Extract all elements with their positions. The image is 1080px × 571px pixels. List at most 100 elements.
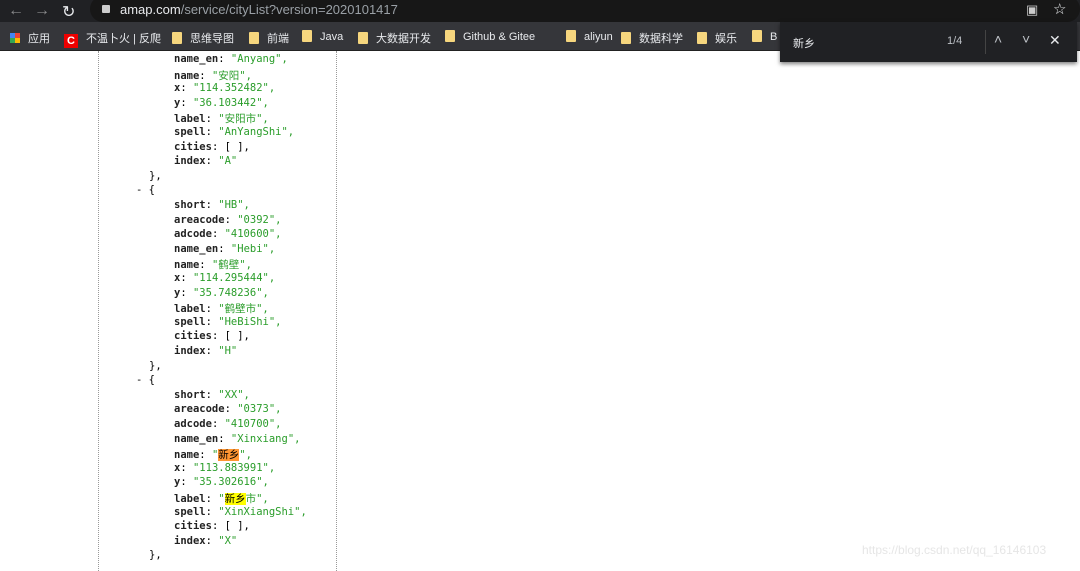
json-key: label bbox=[174, 113, 206, 126]
json-line: name: "鹤壁", bbox=[174, 259, 252, 272]
json-value: "安阳市", bbox=[218, 113, 269, 126]
bookmark-label: B bbox=[770, 31, 778, 43]
json-key: x bbox=[174, 461, 181, 474]
bookmark-label: Github & Gitee bbox=[463, 31, 536, 43]
chevron-down-icon[interactable]: ˅ bbox=[1022, 31, 1030, 47]
find-input[interactable]: 新乡 bbox=[793, 35, 815, 51]
json-value: "Anyang", bbox=[230, 53, 288, 65]
json-line: x: "113.883991", bbox=[174, 461, 276, 474]
json-line: x: "114.352482", bbox=[174, 82, 276, 95]
bookmark-label: Java bbox=[320, 31, 344, 43]
bookmark-item[interactable]: 思维导图 bbox=[172, 30, 234, 46]
json-value: "410600", bbox=[224, 228, 282, 241]
json-key: spell bbox=[174, 505, 206, 518]
json-line: y: "35.302616", bbox=[174, 476, 269, 489]
find-match: 新乡 bbox=[224, 493, 246, 505]
json-punct: [ ], bbox=[224, 330, 250, 343]
json-value: "安阳", bbox=[211, 69, 252, 82]
json-line: short: "XX", bbox=[174, 388, 250, 401]
json-value: "0392", bbox=[237, 213, 282, 226]
json-value: "A" bbox=[218, 155, 238, 168]
json-line: spell: "AnYangShi", bbox=[174, 126, 295, 138]
json-key: short bbox=[174, 199, 206, 211]
json-line: name_en: "Anyang", bbox=[174, 53, 288, 65]
watermark: https://blog.csdn.net/qq_16146103 bbox=[862, 543, 1047, 557]
json-line: adcode: "410700", bbox=[174, 418, 282, 430]
forward-icon[interactable]: → bbox=[34, 2, 50, 20]
json-line: label: "安阳市", bbox=[174, 113, 269, 126]
browser-toolbar: ← → ↻ amap.com/service/cityList?version=… bbox=[0, 0, 1080, 22]
json-line: areacode: "0392", bbox=[174, 213, 282, 226]
json-punct: [ ], bbox=[224, 140, 250, 153]
json-key: cities bbox=[174, 330, 212, 343]
reload-icon[interactable]: ↻ bbox=[62, 2, 75, 22]
bookmark-label: 数据科学 bbox=[639, 33, 683, 45]
json-key: spell bbox=[174, 126, 206, 138]
json-value: "鹤壁市", bbox=[218, 303, 269, 316]
json-line: cities: [ ], bbox=[174, 140, 250, 153]
close-icon[interactable]: ✕ bbox=[1049, 32, 1061, 49]
json-key: name_en bbox=[174, 242, 219, 255]
bookmark-item[interactable]: Github & Gitee bbox=[445, 30, 535, 43]
json-value: "Hebi", bbox=[230, 242, 276, 255]
json-value: "Xinxiang", bbox=[230, 432, 301, 445]
json-line: cities: [ ], bbox=[174, 330, 250, 343]
json-punct: }, bbox=[149, 549, 162, 562]
csdn-icon: C bbox=[64, 34, 78, 48]
json-value: "AnYangShi", bbox=[218, 126, 295, 138]
folder-icon bbox=[302, 30, 312, 42]
bookmark-item[interactable]: C 不温卜火 | 反爬 bbox=[64, 30, 161, 48]
json-key: name bbox=[174, 69, 200, 82]
json-value: "114.352482", bbox=[192, 82, 276, 95]
back-icon[interactable]: ← bbox=[8, 2, 24, 20]
folder-icon bbox=[697, 32, 707, 44]
star-icon[interactable]: ☆ bbox=[1053, 0, 1066, 18]
bookmark-label: 思维导图 bbox=[190, 33, 234, 45]
json-line: }, bbox=[149, 170, 162, 182]
json-line: index: "H" bbox=[174, 345, 238, 357]
bookmark-item[interactable]: B bbox=[752, 30, 777, 43]
json-value: "鹤壁", bbox=[211, 259, 252, 272]
bookmark-label: 大数据开发 bbox=[376, 33, 431, 45]
json-key: y bbox=[174, 96, 181, 109]
json-line: label: "鹤壁市", bbox=[174, 303, 269, 316]
json-punct: }, bbox=[149, 169, 162, 182]
url-text[interactable]: amap.com/service/cityList?version=202010… bbox=[120, 2, 398, 17]
json-key: index bbox=[174, 155, 206, 168]
bookmark-label: aliyun bbox=[584, 31, 613, 43]
json-key: index bbox=[174, 534, 206, 547]
bookmark-item[interactable]: 大数据开发 bbox=[358, 30, 431, 46]
json-value: "410700", bbox=[224, 418, 282, 430]
lock-icon bbox=[102, 5, 110, 13]
json-line: short: "HB", bbox=[174, 199, 250, 211]
folder-icon bbox=[752, 30, 762, 42]
bookmark-item[interactable]: 应用 bbox=[10, 30, 50, 46]
bookmark-item[interactable]: aliyun bbox=[566, 30, 613, 43]
folder-icon bbox=[249, 32, 259, 44]
json-key: label bbox=[174, 303, 206, 316]
json-key: adcode bbox=[174, 228, 212, 241]
json-key: y bbox=[174, 286, 181, 299]
bookmark-item[interactable]: 娱乐 bbox=[697, 30, 737, 46]
json-value: "XX", bbox=[218, 388, 250, 401]
json-key: name bbox=[174, 449, 200, 462]
json-punct: }, bbox=[149, 359, 162, 372]
json-value: "114.295444", bbox=[192, 272, 276, 284]
json-key: short bbox=[174, 388, 206, 401]
page-search-icon[interactable]: ▣ bbox=[1026, 2, 1038, 18]
json-line: index: "X" bbox=[174, 534, 238, 547]
bookmark-item[interactable]: 数据科学 bbox=[621, 30, 683, 46]
json-value: "X" bbox=[218, 534, 238, 547]
bookmark-item[interactable]: Java bbox=[302, 30, 343, 43]
json-key: label bbox=[174, 493, 206, 505]
folder-icon bbox=[445, 30, 455, 42]
json-line: name: "新乡", bbox=[174, 449, 252, 462]
json-line: - { bbox=[136, 374, 155, 386]
chevron-up-icon[interactable]: ˄ bbox=[994, 31, 1002, 47]
json-value: "36.103442", bbox=[192, 96, 269, 109]
json-key: cities bbox=[174, 520, 212, 533]
json-value: "HB", bbox=[218, 199, 250, 211]
bookmark-item[interactable]: 前端 bbox=[249, 30, 289, 46]
json-key: adcode bbox=[174, 418, 212, 430]
json-line: label: "新乡市", bbox=[174, 493, 269, 505]
